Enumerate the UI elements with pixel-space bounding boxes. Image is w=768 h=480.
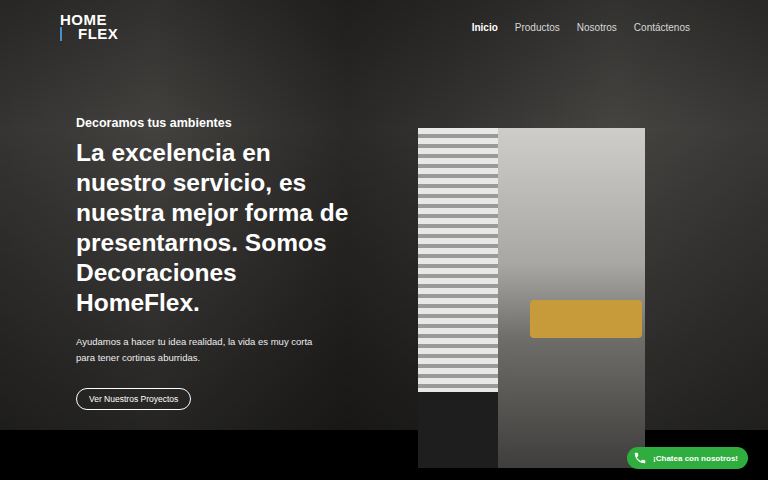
logo[interactable]: HOMEFLEX <box>60 13 118 41</box>
chat-button[interactable]: ¡Chatea con nosotros! <box>627 447 748 469</box>
phone-icon <box>633 451 647 465</box>
logo-line: HOME <box>60 13 118 27</box>
table-shape <box>418 392 498 468</box>
sofa-shape <box>530 300 642 338</box>
nav-link[interactable]: Nosotros <box>577 20 617 35</box>
hero-content: Decoramos tus ambientesLa excelencia en … <box>0 46 768 410</box>
nav-link[interactable]: Productos <box>515 20 560 35</box>
nav-link[interactable]: Contáctenos <box>634 20 690 35</box>
nav-link[interactable]: Inicio <box>472 20 498 35</box>
logo-line: FLEX <box>60 27 118 41</box>
main-nav: Inicio Productos Nosotros Contáctenos <box>472 20 690 35</box>
projects-button[interactable]: Ver Nuestros Proyectos <box>76 388 191 410</box>
chat-label: ¡Chatea con nosotros! <box>653 454 738 463</box>
hero-section: HOMEFLEX Inicio Productos Nosotros Contácten… <box>0 0 768 430</box>
hero-text: Ayudamos a hacer tu idea realidad, la vi… <box>76 334 321 366</box>
hero-headline: La excelencia en nuestro servicio, es nu… <box>76 138 361 318</box>
top-bar: HOMEFLEX Inicio Productos Nosotros Contácten… <box>0 0 768 46</box>
